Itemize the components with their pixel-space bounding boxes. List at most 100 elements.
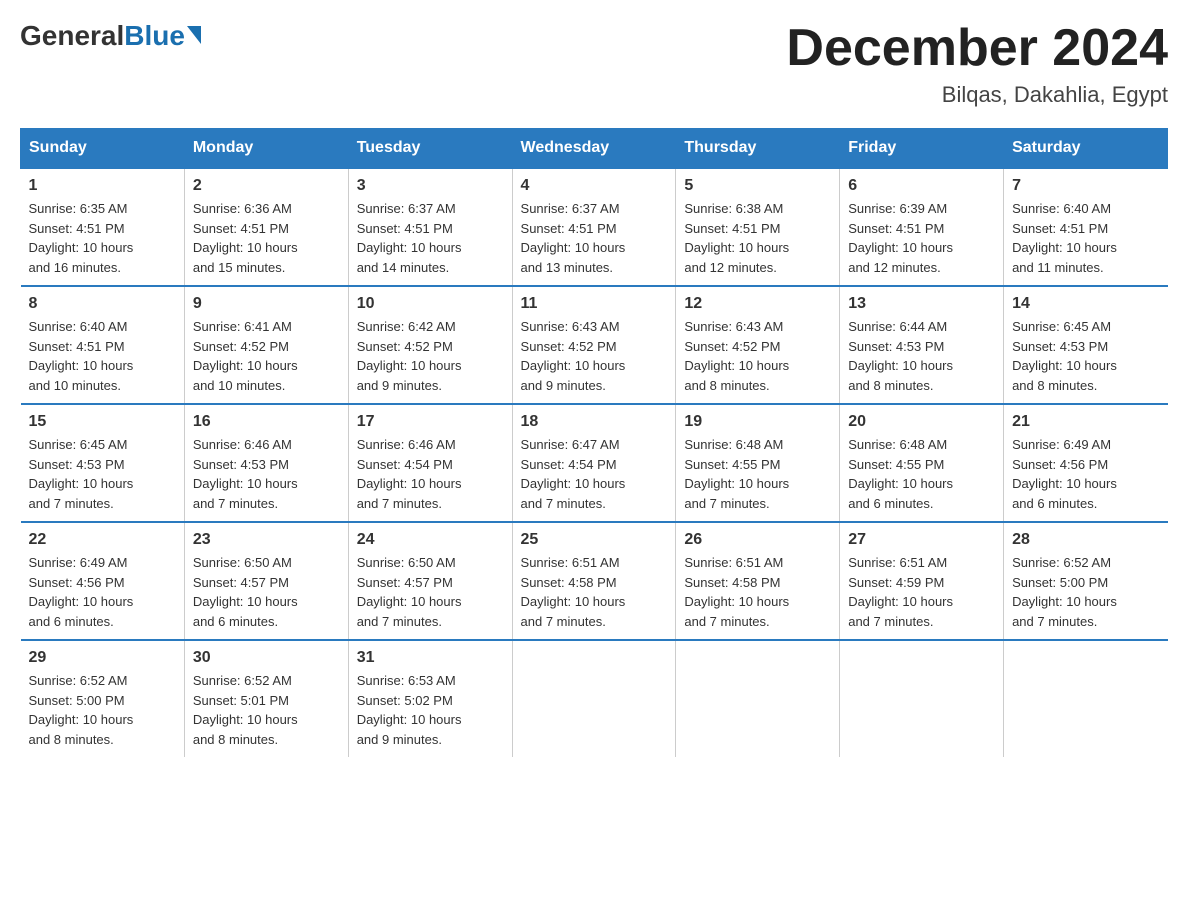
day-info: Sunrise: 6:37 AM Sunset: 4:51 PM Dayligh… [357,199,504,277]
calendar-cell: 6Sunrise: 6:39 AM Sunset: 4:51 PM Daylig… [840,168,1004,286]
calendar-cell: 10 Sunrise: 6:42 AM Sunset: 4:52 PM Dayli… [348,286,512,404]
day-number: 28 [1012,531,1159,549]
weekday-header-friday: Friday [840,129,1004,169]
calendar-cell: 27Sunrise: 6:51 AM Sunset: 4:59 PM Dayli… [840,522,1004,640]
weekday-header-tuesday: Tuesday [348,129,512,169]
calendar-cell: 13 Sunrise: 6:44 AM Sunset: 4:53 PM Dayli… [840,286,1004,404]
day-number: 21 [1012,413,1159,431]
weekday-header-sunday: Sunday [21,129,185,169]
day-info: Sunrise: 6:40 AM Sunset: 4:51 PM Dayligh… [1012,199,1159,277]
calendar-cell: 4 Sunrise: 6:37 AM Sunset: 4:51 PM Daylig… [512,168,676,286]
calendar-cell: 2 Sunrise: 6:36 AM Sunset: 4:51 PM Daylig… [184,168,348,286]
day-number: 18 [521,413,668,431]
day-number: 5 [684,177,831,195]
day-number: 19 [684,413,831,431]
day-info: Sunrise: 6:45 AM Sunset: 4:53 PM Dayligh… [29,435,176,513]
logo-general-text: General [20,20,124,52]
calendar-cell: 15 Sunrise: 6:45 AM Sunset: 4:53 PM Dayli… [21,404,185,522]
day-number: 9 [193,295,340,313]
calendar-cell: 17Sunrise: 6:46 AM Sunset: 4:54 PM Dayli… [348,404,512,522]
calendar-cell: 28Sunrise: 6:52 AM Sunset: 5:00 PM Dayli… [1004,522,1168,640]
calendar-cell: 23Sunrise: 6:50 AM Sunset: 4:57 PM Dayli… [184,522,348,640]
calendar-cell: 1 Sunrise: 6:35 AM Sunset: 4:51 PM Daylig… [21,168,185,286]
calendar-cell: 12Sunrise: 6:43 AM Sunset: 4:52 PM Dayli… [676,286,840,404]
day-info: Sunrise: 6:51 AM Sunset: 4:58 PM Dayligh… [684,553,831,631]
calendar-cell: 20 Sunrise: 6:48 AM Sunset: 4:55 PM Dayli… [840,404,1004,522]
day-number: 24 [357,531,504,549]
day-info: Sunrise: 6:44 AM Sunset: 4:53 PM Dayligh… [848,317,995,395]
day-number: 7 [1012,177,1159,195]
day-info: Sunrise: 6:35 AM Sunset: 4:51 PM Dayligh… [29,199,176,277]
day-info: Sunrise: 6:41 AM Sunset: 4:52 PM Dayligh… [193,317,340,395]
day-info: Sunrise: 6:52 AM Sunset: 5:01 PM Dayligh… [193,671,340,749]
calendar-week-row: 8 Sunrise: 6:40 AM Sunset: 4:51 PM Daylig… [21,286,1168,404]
day-info: Sunrise: 6:42 AM Sunset: 4:52 PM Dayligh… [357,317,504,395]
day-info: Sunrise: 6:38 AM Sunset: 4:51 PM Dayligh… [684,199,831,277]
calendar-cell: 22 Sunrise: 6:49 AM Sunset: 4:56 PM Dayli… [21,522,185,640]
location-subtitle: Bilqas, Dakahlia, Egypt [786,82,1168,108]
calendar-week-row: 15 Sunrise: 6:45 AM Sunset: 4:53 PM Dayli… [21,404,1168,522]
day-number: 2 [193,177,340,195]
weekday-header-wednesday: Wednesday [512,129,676,169]
day-number: 13 [848,295,995,313]
day-number: 4 [521,177,668,195]
day-info: Sunrise: 6:52 AM Sunset: 5:00 PM Dayligh… [29,671,176,749]
calendar-table: SundayMondayTuesdayWednesdayThursdayFrid… [20,128,1168,757]
day-number: 16 [193,413,340,431]
calendar-cell: 25Sunrise: 6:51 AM Sunset: 4:58 PM Dayli… [512,522,676,640]
day-info: Sunrise: 6:50 AM Sunset: 4:57 PM Dayligh… [357,553,504,631]
day-info: Sunrise: 6:53 AM Sunset: 5:02 PM Dayligh… [357,671,504,749]
title-area: December 2024 Bilqas, Dakahlia, Egypt [786,20,1168,108]
calendar-week-row: 22 Sunrise: 6:49 AM Sunset: 4:56 PM Dayli… [21,522,1168,640]
logo: General Blue [20,20,201,52]
day-info: Sunrise: 6:43 AM Sunset: 4:52 PM Dayligh… [521,317,668,395]
day-number: 15 [29,413,176,431]
day-info: Sunrise: 6:39 AM Sunset: 4:51 PM Dayligh… [848,199,995,277]
weekday-header-monday: Monday [184,129,348,169]
day-info: Sunrise: 6:37 AM Sunset: 4:51 PM Dayligh… [521,199,668,277]
day-number: 26 [684,531,831,549]
calendar-cell [512,640,676,757]
calendar-cell: 29 Sunrise: 6:52 AM Sunset: 5:00 PM Dayli… [21,640,185,757]
weekday-header-saturday: Saturday [1004,129,1168,169]
day-number: 11 [521,295,668,313]
day-number: 1 [29,177,176,195]
day-number: 17 [357,413,504,431]
day-info: Sunrise: 6:51 AM Sunset: 4:58 PM Dayligh… [521,553,668,631]
day-info: Sunrise: 6:49 AM Sunset: 4:56 PM Dayligh… [1012,435,1159,513]
weekday-header-thursday: Thursday [676,129,840,169]
day-info: Sunrise: 6:36 AM Sunset: 4:51 PM Dayligh… [193,199,340,277]
calendar-cell: 8 Sunrise: 6:40 AM Sunset: 4:51 PM Daylig… [21,286,185,404]
calendar-week-row: 1 Sunrise: 6:35 AM Sunset: 4:51 PM Daylig… [21,168,1168,286]
day-info: Sunrise: 6:47 AM Sunset: 4:54 PM Dayligh… [521,435,668,513]
day-info: Sunrise: 6:45 AM Sunset: 4:53 PM Dayligh… [1012,317,1159,395]
day-number: 31 [357,649,504,667]
day-number: 8 [29,295,176,313]
month-title: December 2024 [786,20,1168,77]
logo-blue-text: Blue [124,20,185,52]
calendar-cell: 26 Sunrise: 6:51 AM Sunset: 4:58 PM Dayli… [676,522,840,640]
calendar-cell: 18 Sunrise: 6:47 AM Sunset: 4:54 PM Dayli… [512,404,676,522]
weekday-header-row: SundayMondayTuesdayWednesdayThursdayFrid… [21,129,1168,169]
day-number: 29 [29,649,176,667]
page-header: General Blue December 2024 Bilqas, Dakah… [20,20,1168,108]
day-info: Sunrise: 6:48 AM Sunset: 4:55 PM Dayligh… [848,435,995,513]
day-info: Sunrise: 6:51 AM Sunset: 4:59 PM Dayligh… [848,553,995,631]
calendar-cell: 30 Sunrise: 6:52 AM Sunset: 5:01 PM Dayli… [184,640,348,757]
day-number: 23 [193,531,340,549]
day-number: 12 [684,295,831,313]
calendar-cell: 9 Sunrise: 6:41 AM Sunset: 4:52 PM Daylig… [184,286,348,404]
day-number: 14 [1012,295,1159,313]
day-info: Sunrise: 6:49 AM Sunset: 4:56 PM Dayligh… [29,553,176,631]
day-number: 22 [29,531,176,549]
calendar-cell [1004,640,1168,757]
day-number: 20 [848,413,995,431]
calendar-cell: 21 Sunrise: 6:49 AM Sunset: 4:56 PM Dayli… [1004,404,1168,522]
day-info: Sunrise: 6:40 AM Sunset: 4:51 PM Dayligh… [29,317,176,395]
calendar-cell: 11 Sunrise: 6:43 AM Sunset: 4:52 PM Dayli… [512,286,676,404]
calendar-cell: 31 Sunrise: 6:53 AM Sunset: 5:02 PM Dayli… [348,640,512,757]
day-info: Sunrise: 6:46 AM Sunset: 4:53 PM Dayligh… [193,435,340,513]
day-number: 10 [357,295,504,313]
calendar-cell: 5 Sunrise: 6:38 AM Sunset: 4:51 PM Daylig… [676,168,840,286]
day-number: 30 [193,649,340,667]
